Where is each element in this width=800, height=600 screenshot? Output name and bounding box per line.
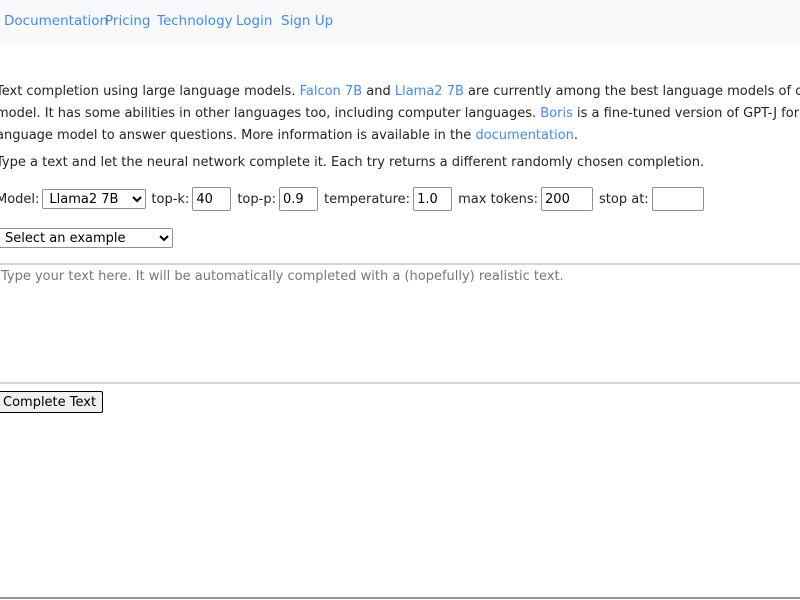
intro-text: Text completion using large language mod… — [0, 84, 300, 99]
top-nav: Documentation Pricing Technology Login S… — [0, 0, 800, 44]
intro-text: and — [362, 84, 395, 99]
complete-text-button[interactable]: Complete Text — [0, 391, 104, 413]
topk-label: top-k: — [151, 191, 190, 207]
intro-text: model. It has some abilities in other la… — [0, 106, 541, 121]
topp-label: top-p: — [237, 191, 276, 207]
temperature-label: temperature: — [323, 191, 411, 207]
link-falcon[interactable]: Falcon 7B — [300, 84, 363, 99]
bottom-divider — [0, 597, 800, 599]
topk-input[interactable] — [192, 187, 232, 211]
intro-text: is a fine-tuned version of GPT-J for the… — [577, 106, 800, 121]
nav-pricing[interactable]: Pricing — [105, 13, 151, 29]
topp-input[interactable] — [278, 187, 318, 211]
link-documentation[interactable]: documentation — [475, 128, 573, 143]
stop-label: stop at: — [599, 191, 649, 207]
instructions-text: Type a text and let the neural network c… — [0, 155, 705, 170]
params-row: Model: Llama2 7B top-k: top-p: temperatu… — [0, 187, 710, 211]
intro-text: . — [573, 128, 579, 143]
intro-paragraph: Text completion using large language mod… — [0, 81, 800, 147]
model-label: Model: — [0, 191, 40, 207]
max-tokens-input[interactable] — [541, 187, 594, 211]
model-select[interactable]: Llama2 7B — [42, 189, 147, 209]
nav-login[interactable]: Login — [236, 13, 272, 29]
link-llama2[interactable]: Llama2 7B — [395, 84, 464, 99]
intro-text: are currently among the best language mo… — [468, 84, 800, 99]
max-tokens-label: max tokens: — [458, 191, 539, 207]
intro-text: anguage model to answer questions. More … — [0, 128, 476, 143]
nav-technology[interactable]: Technology — [157, 13, 233, 29]
nav-documentation[interactable]: Documentation — [4, 13, 108, 29]
temperature-input[interactable] — [413, 187, 453, 211]
stop-input[interactable] — [651, 187, 704, 211]
text-input-area[interactable] — [0, 263, 800, 384]
example-select[interactable]: Select an example — [0, 228, 173, 248]
nav-signup[interactable]: Sign Up — [281, 13, 333, 29]
link-boris[interactable]: Boris — [540, 106, 573, 121]
